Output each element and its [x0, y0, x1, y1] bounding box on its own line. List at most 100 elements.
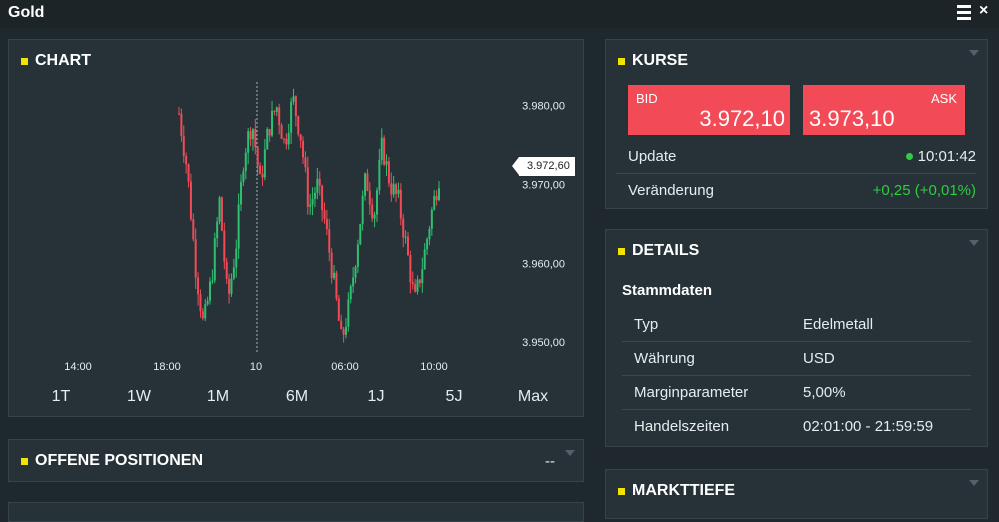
- candle-body: [199, 294, 202, 312]
- live-status-dot-icon: [905, 153, 913, 160]
- candle-body: [268, 129, 271, 136]
- candle-body: [371, 204, 374, 219]
- candle-body: [299, 134, 302, 141]
- candle-body: [263, 149, 266, 178]
- y-tick-label: 3.970,00: [522, 180, 565, 192]
- candle-body: [211, 280, 214, 282]
- candle-body: [387, 161, 390, 184]
- candle-body: [392, 184, 395, 195]
- candle-body: [375, 190, 378, 215]
- hamburger-menu-icon[interactable]: [957, 5, 971, 20]
- update-label: Update: [628, 148, 677, 165]
- candle-body: [189, 181, 192, 220]
- update-value: 10:01:42: [905, 148, 976, 165]
- candle-body: [247, 131, 250, 153]
- price-chart[interactable]: 3.980,00 3.970,00 3.960,00 3.950,00 14:00 18:…: [9, 40, 585, 380]
- candle-body: [330, 252, 333, 279]
- range-1w-button[interactable]: 1W: [99, 388, 179, 406]
- candle-body: [297, 116, 300, 135]
- candle-body: [354, 266, 357, 278]
- candle-body: [342, 329, 345, 335]
- candle-body: [344, 326, 347, 335]
- ask-label: ASK: [930, 91, 957, 106]
- candle-body: [242, 171, 245, 182]
- candle-body: [318, 178, 321, 186]
- y-tick-label: 3.960,00: [522, 258, 565, 270]
- candle-body: [414, 284, 417, 292]
- candle-body: [368, 190, 371, 205]
- candle-body: [383, 137, 386, 165]
- x-tick-label: 18:00: [153, 361, 181, 373]
- candle-body: [218, 197, 221, 222]
- candle-body: [178, 113, 180, 115]
- candle-body: [304, 157, 307, 168]
- market-depth-panel[interactable]: MARKTTIEFE: [605, 469, 988, 519]
- current-price-tag: 3.972,60: [512, 157, 575, 176]
- chevron-down-icon[interactable]: [969, 240, 979, 246]
- yellow-square-icon: [21, 457, 28, 465]
- candle-body: [254, 129, 257, 148]
- candle-body: [309, 204, 312, 207]
- candle-body: [240, 181, 243, 205]
- close-icon[interactable]: ×: [979, 2, 988, 20]
- range-5j-button[interactable]: 5J: [414, 388, 494, 406]
- candle-body: [244, 152, 247, 172]
- title-bar: Gold ×: [0, 0, 999, 28]
- candle-body: [197, 277, 200, 295]
- detail-row: Typ Edelmetall: [622, 307, 971, 342]
- range-max-button[interactable]: Max: [493, 388, 573, 406]
- candle-body: [328, 229, 331, 253]
- candle-body: [325, 219, 328, 230]
- candle-body: [397, 189, 400, 194]
- candle-body: [323, 210, 326, 220]
- candle-body: [209, 281, 212, 301]
- candle-body: [361, 195, 364, 225]
- candle-body: [406, 236, 409, 256]
- y-tick-label: 3.980,00: [522, 101, 565, 113]
- candle-body: [287, 132, 290, 145]
- candle-body: [399, 189, 402, 219]
- candle-body: [182, 135, 185, 156]
- change-label: Veränderung: [628, 182, 714, 199]
- open-positions-panel[interactable]: OFFENE POSITIONEN --: [8, 439, 584, 482]
- candle-body: [352, 277, 355, 287]
- candle-body: [416, 279, 419, 292]
- candle-body: [266, 129, 269, 150]
- candle-body: [216, 221, 219, 239]
- candle-body: [201, 311, 204, 319]
- x-tick-label: 14:00: [64, 361, 92, 373]
- candle-body: [249, 131, 252, 140]
- candle-body: [180, 113, 183, 136]
- detail-row: Handelszeiten 02:01:00 - 21:59:59: [634, 418, 934, 435]
- change-value: +0,25 (+0,01%): [872, 182, 976, 199]
- candle-body: [306, 167, 309, 207]
- lower-panel: [8, 502, 584, 522]
- candle-body: [404, 236, 407, 238]
- candle-body: [220, 197, 223, 231]
- range-1t-button[interactable]: 1T: [21, 388, 101, 406]
- chevron-down-icon[interactable]: [565, 450, 575, 456]
- candle-body: [385, 161, 388, 165]
- yellow-square-icon: [618, 487, 625, 495]
- candle-body: [192, 219, 195, 240]
- yellow-square-icon: [618, 247, 625, 255]
- open-positions-title: OFFENE POSITIONEN: [21, 452, 203, 470]
- candle-body: [273, 110, 276, 112]
- candle-body: [426, 239, 429, 250]
- range-1j-button[interactable]: 1J: [336, 388, 416, 406]
- candle-body: [185, 155, 188, 165]
- ask-button[interactable]: ASK 3.973,10: [803, 85, 965, 135]
- candle-body: [333, 272, 336, 279]
- bid-button[interactable]: BID 3.972,10: [628, 85, 790, 135]
- chevron-down-icon[interactable]: [969, 50, 979, 56]
- range-1m-button[interactable]: 1M: [178, 388, 258, 406]
- candle-body: [409, 255, 412, 283]
- details-panel: DETAILS Stammdaten Typ Edelmetall Währun…: [605, 229, 988, 447]
- chevron-down-icon[interactable]: [969, 480, 979, 486]
- candle-body: [271, 110, 274, 136]
- candle-body: [275, 107, 278, 112]
- candle-body: [433, 195, 436, 210]
- x-tick-label: 06:00: [331, 361, 359, 373]
- range-selector: 1T 1W 1M 6M 1J 5J Max: [9, 380, 585, 410]
- range-6m-button[interactable]: 6M: [257, 388, 337, 406]
